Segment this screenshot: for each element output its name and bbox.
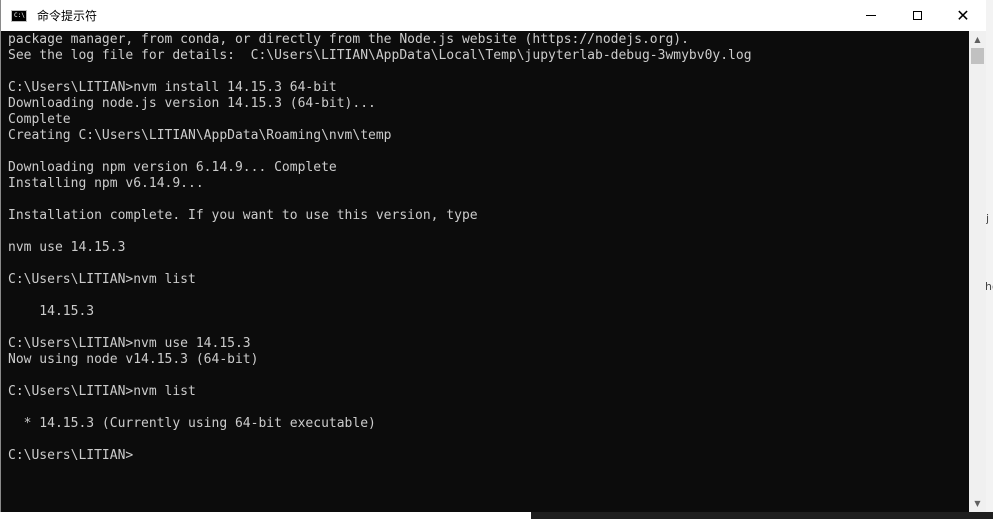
console-line: Complete	[8, 112, 71, 127]
scroll-down-arrow-icon[interactable]: ▼	[969, 495, 986, 512]
desktop: j ho C:\ 命令提示符 ✕ package manager, from	[0, 0, 993, 519]
console-output[interactable]: package manager, from conda, or directly…	[1, 31, 969, 512]
window-controls: ✕	[848, 0, 986, 31]
console-app-icon[interactable]: C:\	[11, 9, 27, 22]
console-lines: package manager, from conda, or directly…	[8, 32, 752, 464]
console-line: Downloading node.js version 14.15.3 (64-…	[8, 96, 376, 111]
console-line: C:\Users\LITIAN>nvm list	[8, 384, 196, 399]
close-button[interactable]: ✕	[940, 0, 986, 31]
vertical-scrollbar[interactable]: ▲ ▼	[969, 31, 986, 512]
title-bar[interactable]: C:\ 命令提示符 ✕	[1, 0, 986, 31]
minimize-icon	[866, 15, 876, 16]
console-line: C:\Users\LITIAN>	[8, 448, 134, 463]
window-title: 命令提示符	[37, 9, 98, 23]
maximize-icon	[912, 11, 922, 20]
console-line: C:\Users\LITIAN>nvm list	[8, 272, 196, 287]
command-prompt-window[interactable]: C:\ 命令提示符 ✕ package manager, from conda,…	[0, 0, 986, 512]
console-line: package manager, from conda, or directly…	[8, 32, 689, 47]
scrollbar-thumb[interactable]	[971, 48, 984, 64]
background-text-fragment: j	[986, 212, 990, 225]
maximize-button[interactable]	[894, 0, 940, 31]
console-line: nvm use 14.15.3	[8, 240, 126, 255]
console-line: * 14.15.3 (Currently using 64-bit execut…	[8, 416, 376, 431]
minimize-button[interactable]	[848, 0, 894, 31]
console-line: C:\Users\LITIAN>nvm install 14.15.3 64-b…	[8, 80, 337, 95]
console-line: Now using node v14.15.3 (64-bit)	[8, 352, 259, 367]
console-line: C:\Users\LITIAN>nvm use 14.15.3	[8, 336, 251, 351]
console-line: 14.15.3	[8, 304, 95, 319]
scroll-up-arrow-icon[interactable]: ▲	[969, 31, 986, 48]
console-line: Installation complete. If you want to us…	[8, 208, 478, 223]
console-line: Installing npm v6.14.9...	[8, 176, 204, 191]
console-line: Creating C:\Users\LITIAN\AppData\Roaming…	[8, 128, 392, 143]
console-line: Downloading npm version 6.14.9... Comple…	[8, 160, 337, 175]
console-icon-glyph: C:\	[14, 11, 25, 19]
close-icon: ✕	[956, 5, 970, 25]
background-taskbar-edge	[531, 512, 993, 519]
console-line: See the log file for details: C:\Users\L…	[8, 48, 752, 63]
background-text-fragment: ho	[985, 280, 993, 293]
